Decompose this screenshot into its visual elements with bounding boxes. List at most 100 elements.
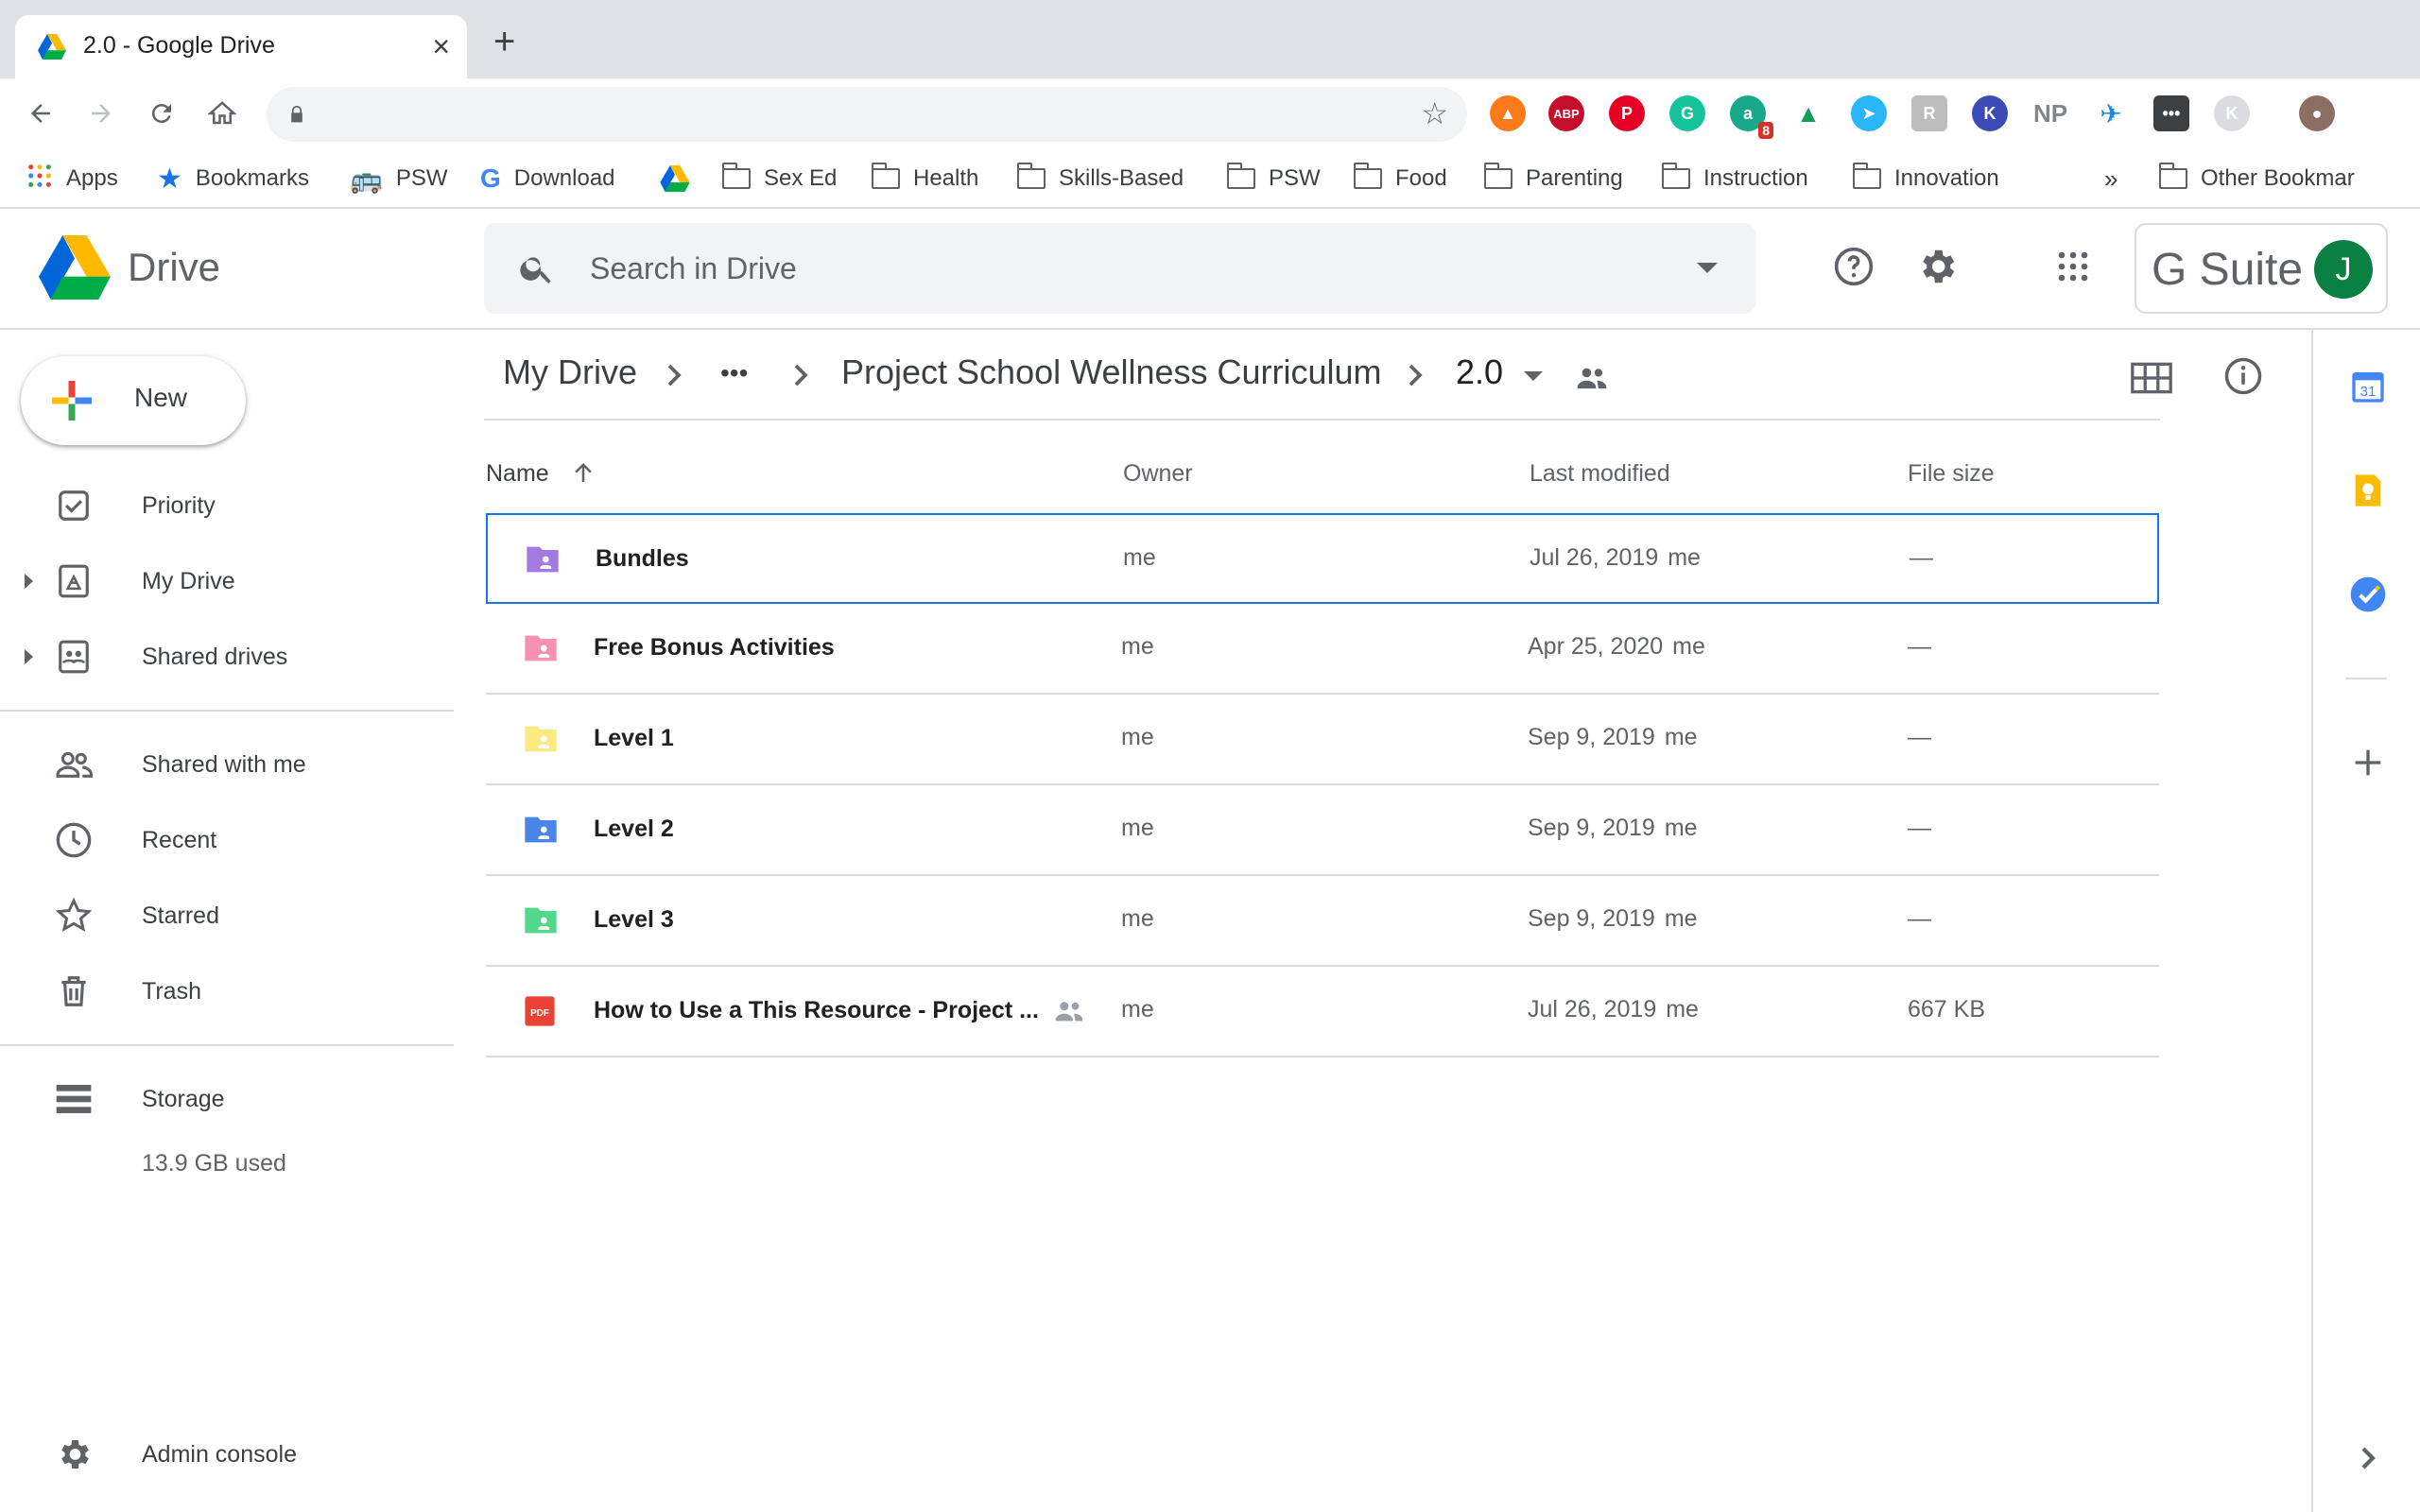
bookmark-folder[interactable]: Instruction xyxy=(1661,162,1808,196)
breadcrumb-my-drive[interactable]: My Drive xyxy=(503,352,637,392)
new-tab-button[interactable]: + xyxy=(493,23,515,60)
sidebar-item-recent[interactable]: Recent xyxy=(0,812,454,868)
bookmark-folder[interactable]: Sex Ed xyxy=(721,162,837,196)
extension-rocket-icon[interactable]: ➤ xyxy=(1851,95,1887,131)
sidebar-item-label: Trash xyxy=(142,977,201,1005)
column-header-file-size[interactable]: File size xyxy=(1908,460,1995,488)
keep-icon[interactable] xyxy=(2349,472,2387,509)
extension-np-icon[interactable]: NP xyxy=(2032,95,2068,131)
search-options-caret-icon[interactable] xyxy=(1697,263,1718,273)
home-button[interactable] xyxy=(200,92,244,135)
sidebar-item-shared-with-me[interactable]: Shared with me xyxy=(0,736,454,793)
main-content: My Drive ••• Project School Wellness Cur… xyxy=(484,330,2262,1512)
back-button[interactable] xyxy=(19,92,62,135)
column-header-last-modified[interactable]: Last modified xyxy=(1530,460,1670,488)
file-row[interactable]: Bundles me Jul 26, 2019 me — xyxy=(486,513,2159,604)
breadcrumb-more-button[interactable]: ••• xyxy=(720,358,748,388)
account-switcher[interactable]: G Suite J xyxy=(2135,223,2388,314)
address-bar[interactable]: ☆ xyxy=(267,87,1467,142)
sidebar-item-trash[interactable]: Trash xyxy=(0,963,454,1020)
help-button[interactable] xyxy=(1830,243,1877,290)
bookmark-folder[interactable]: PSW xyxy=(1226,162,1321,196)
search-icon[interactable] xyxy=(518,249,556,287)
search-input[interactable] xyxy=(590,248,1630,289)
bookmark-other-folder[interactable]: Other Bookmar xyxy=(2158,162,2355,196)
file-row[interactable]: Level 3 me Sep 9, 2019 me — xyxy=(486,876,2159,967)
shared-drives-icon xyxy=(55,638,93,676)
calendar-icon[interactable]: 31 xyxy=(2349,368,2387,405)
modified-date: Sep 9, 2019 xyxy=(1528,905,1655,932)
bookmark-folder[interactable]: Food xyxy=(1353,162,1447,196)
reload-icon xyxy=(151,104,171,124)
breadcrumb-current[interactable]: 2.0 xyxy=(1456,352,1503,392)
profile-avatar[interactable]: ● xyxy=(2299,95,2335,131)
sidebar-item-shared-drives[interactable]: Shared drives xyxy=(0,628,454,685)
bookmark-folder[interactable]: Parenting xyxy=(1483,162,1623,196)
browser-tab[interactable]: 2.0 - Google Drive × xyxy=(15,15,467,78)
pinterest-icon[interactable]: P xyxy=(1609,95,1645,131)
sidebar-item-starred[interactable]: Starred xyxy=(0,887,454,944)
bookmark-item[interactable] xyxy=(660,162,703,196)
extension-gray-k-icon[interactable]: K xyxy=(2214,95,2250,131)
expand-arrow-icon[interactable] xyxy=(25,649,33,664)
folder-icon xyxy=(871,163,900,189)
grid-view-icon[interactable] xyxy=(2131,362,2172,394)
sidebar-item-admin-console[interactable]: Admin console xyxy=(0,1426,454,1483)
breadcrumb-parent[interactable]: Project School Wellness Curriculum xyxy=(841,352,1382,392)
forward-button[interactable] xyxy=(79,92,123,135)
new-button[interactable]: New xyxy=(21,356,246,445)
bookmark-item[interactable]: 🚌 PSW xyxy=(350,162,448,196)
tasks-icon[interactable] xyxy=(2349,576,2387,613)
bookmark-folder[interactable]: Skills-Based xyxy=(1016,162,1184,196)
modified-date: Jul 26, 2019 xyxy=(1528,996,1657,1022)
sort-arrow-up-icon[interactable] xyxy=(569,458,597,487)
file-row[interactable]: PDF How to Use a This Resource - Project… xyxy=(486,967,2159,1057)
help-icon xyxy=(1834,247,1874,286)
bookmark-folder[interactable]: Health xyxy=(871,162,978,196)
column-header-name[interactable]: Name xyxy=(486,460,549,488)
extension-k-icon[interactable]: K xyxy=(1972,95,2008,131)
extension-mountain-icon[interactable]: ▲ xyxy=(1790,95,1826,131)
settings-button[interactable] xyxy=(1913,243,1961,290)
svg-text:PDF: PDF xyxy=(530,1008,549,1019)
sidebar-item-priority[interactable]: Priority xyxy=(0,477,454,534)
file-name: Level 3 xyxy=(594,906,674,933)
bookmark-item[interactable]: ★ Bookmarks xyxy=(157,162,309,196)
bookmark-label: Food xyxy=(1395,165,1447,191)
info-icon[interactable] xyxy=(2223,356,2263,396)
extension-dots-icon[interactable]: ••• xyxy=(2153,95,2189,131)
sidebar-item-storage[interactable]: Storage xyxy=(0,1071,454,1127)
file-row[interactable]: Level 1 me Sep 9, 2019 me — xyxy=(486,695,2159,785)
shared-folder-icon xyxy=(525,816,557,843)
drive-logo-icon[interactable] xyxy=(38,235,112,300)
extension-wing-icon[interactable]: ✈ xyxy=(2093,95,2129,131)
sidebar-item-my-drive[interactable]: My Drive xyxy=(0,553,454,610)
file-name: Level 1 xyxy=(594,725,674,751)
bookmark-star-icon[interactable]: ☆ xyxy=(1421,98,1448,129)
file-row[interactable]: Free Bonus Activities me Apr 25, 2020 me … xyxy=(486,604,2159,695)
shared-folder-icon xyxy=(525,726,557,752)
extension-fire-icon[interactable]: ▲ xyxy=(1490,95,1526,131)
app-name[interactable]: Drive xyxy=(128,245,220,290)
chevron-right-icon xyxy=(1409,364,1423,387)
grammarly-icon[interactable]: G xyxy=(1669,95,1705,131)
add-addon-icon[interactable] xyxy=(2349,744,2387,782)
extension-r-icon[interactable]: R xyxy=(1911,95,1947,131)
column-header-owner[interactable]: Owner xyxy=(1123,460,1193,488)
bookmark-item[interactable]: G Download xyxy=(480,162,615,196)
bookmark-apps[interactable]: Apps xyxy=(26,162,118,196)
adblock-icon[interactable]: ABP xyxy=(1548,95,1584,131)
calendar-day: 31 xyxy=(2360,384,2377,400)
bookmarks-overflow-button[interactable]: » xyxy=(2104,162,2118,196)
modified-by: me xyxy=(1664,815,1698,841)
extension-a-icon[interactable]: a8 xyxy=(1730,95,1773,139)
google-apps-button[interactable] xyxy=(2049,243,2097,290)
bookmark-folder[interactable]: Innovation xyxy=(1852,162,1999,196)
folder-menu-caret-icon[interactable] xyxy=(1524,371,1543,381)
expand-arrow-icon[interactable] xyxy=(25,574,33,589)
tab-close-icon[interactable]: × xyxy=(432,28,450,64)
reload-button[interactable] xyxy=(140,92,183,135)
chevron-right-icon[interactable] xyxy=(2349,1439,2387,1477)
file-row[interactable]: Level 2 me Sep 9, 2019 me — xyxy=(486,785,2159,876)
avatar[interactable]: J xyxy=(2314,240,2373,299)
